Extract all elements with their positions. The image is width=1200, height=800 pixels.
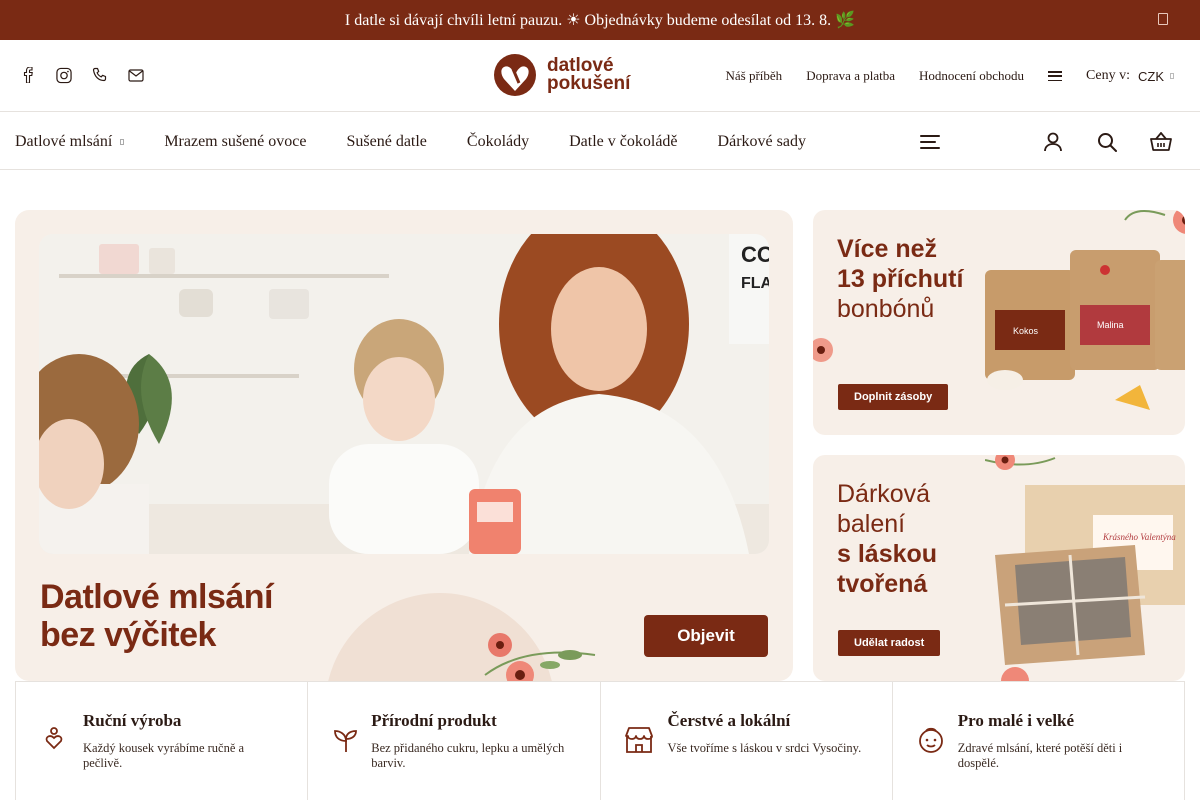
site-header: datlové pokušení Náš příběh Doprava a pl… [0,40,1200,112]
site-logo[interactable]: datlové pokušení [491,52,643,98]
gift-box-illustration: Krásného Valentýna [985,455,1185,681]
feature-title: Pro malé i velké [957,711,1075,730]
link-reviews[interactable]: Hodnocení obchodu [919,68,1024,84]
make-joy-button[interactable]: Udělat radost [838,630,941,656]
link-our-story[interactable]: Náš příběh [726,68,783,84]
hero-title-line-1: Datlové mlsání [40,578,273,616]
hero-banner[interactable]: CO FLA Datlové mlsání bez výčitek Objevi… [15,210,793,681]
flavors-title-line-1: Více než [837,235,938,263]
search-icon[interactable] [1096,131,1118,153]
basket-icon[interactable] [1150,131,1172,153]
chevron-down-icon [1170,73,1174,79]
svg-text:FLA: FLA [741,275,769,292]
bag-label-kokos: Kokos [1013,326,1039,336]
feature-description: Zdravé mlsání, které potěší děti i dospě… [957,741,1123,770]
account-icon[interactable] [1042,131,1064,153]
flavors-title-line-3: bonbónů [837,295,935,323]
hand-heart-icon [38,724,70,756]
mail-icon[interactable] [128,66,144,84]
currency-value[interactable]: CZK [1138,69,1164,84]
feature-title: Ruční výroba [83,711,182,730]
facebook-icon[interactable] [20,66,36,84]
nav-item-label: Datlové mlsání [15,132,113,150]
main-navigation: Datlové mlsání Mrazem sušené ovoce Sušen… [0,113,1200,170]
svg-text:CO: CO [741,242,769,267]
gift-title-line-4: tvořená [837,570,928,598]
feature-handmade: Ruční výroba Každý kousek vyrábíme ručně… [16,682,309,800]
feature-title: Přírodní produkt [371,711,497,730]
feature-for-everyone: Pro malé i velké Zdravé mlsání, které po… [893,682,1184,800]
gift-title-line-2: balení [837,510,906,538]
hero-cta-button[interactable]: Objevit [644,615,768,657]
gift-title-line-1: Dárková [837,480,931,508]
gift-tag-text: Krásného Valentýna [1102,532,1176,542]
sprout-icon [330,724,362,756]
currency-selector[interactable]: Ceny v: CZK [1086,68,1174,84]
hero-title-line-2: bez výčitek [40,616,216,654]
feature-natural: Přírodní produkt Bez přidaného cukru, le… [308,682,601,800]
nav-item-cokolady[interactable]: Čokolády [467,133,529,151]
header-links: Náš příběh Doprava a platba Hodnocení ob… [726,40,1174,112]
flavors-banner-title: Více než 13 příchutí bonbónů [837,234,963,324]
link-shipping[interactable]: Doprava a platba [806,68,895,84]
gift-title-line-3: s láskou [837,540,938,568]
menu-icon[interactable] [920,134,940,149]
gift-boxes-banner[interactable]: Krásného Valentýna Dárková balení s lásk… [813,455,1185,681]
restock-button[interactable]: Doplnit zásoby [838,384,949,410]
feature-description: Vše tvoříme s láskou v srdci Vysočiny. [667,741,862,755]
feature-description: Bez přidaného cukru, lepku a umělých bar… [371,741,565,770]
instagram-icon[interactable] [56,66,72,84]
nav-item-datlove-mlsani[interactable]: Datlové mlsání [15,132,125,151]
feature-title: Čerstvé a lokální [667,711,791,730]
phone-icon[interactable] [92,66,108,84]
nav-item-susene-datle[interactable]: Sušené datle [346,133,426,151]
close-announcement-icon[interactable] [1158,13,1168,25]
logo-text: datlové pokušení [547,56,631,94]
chevron-down-icon [120,138,125,145]
feature-description: Každý kousek vyrábíme ručně a pečlivě. [83,741,245,770]
announcement-bar: I datle si dávají chvíli letní pauzu. ☀ … [0,0,1200,40]
more-menu-icon[interactable] [1048,71,1063,81]
nav-item-mrazem-susene-ovoce[interactable]: Mrazem sušené ovoce [164,133,306,151]
product-bags-illustration: Kokos Malina [985,210,1185,410]
flavors-title-line-2: 13 příchutí [837,265,964,293]
gift-banner-title: Dárková balení s láskou tvořená [837,479,937,599]
flower-decoration-icon [484,633,596,681]
nav-item-datle-v-cokolade[interactable]: Datle v čokoládě [569,133,677,151]
features-row: Ruční výroba Každý kousek vyrábíme ručně… [15,681,1185,800]
feature-fresh-local: Čerstvé a lokální Vše tvoříme s láskou v… [601,682,893,800]
flower-decoration-icon [813,338,833,362]
hero-title: Datlové mlsání bez výčitek [40,578,273,654]
bag-label-malina: Malina [1097,320,1124,330]
hero-photo: CO FLA [39,234,769,554]
currency-label: Ceny v: [1086,68,1130,83]
flavors-banner[interactable]: Kokos Malina Více než 13 příchutí bonbón… [813,210,1185,435]
logo-line-2: pokušení [547,73,631,94]
store-icon [623,724,655,756]
announcement-text: I datle si dávají chvíli letní pauzu. ☀ … [344,12,856,29]
child-face-icon [915,724,947,756]
logo-mark-icon [494,54,536,96]
social-links [20,66,144,84]
nav-item-darkove-sady[interactable]: Dárkové sady [718,133,806,151]
